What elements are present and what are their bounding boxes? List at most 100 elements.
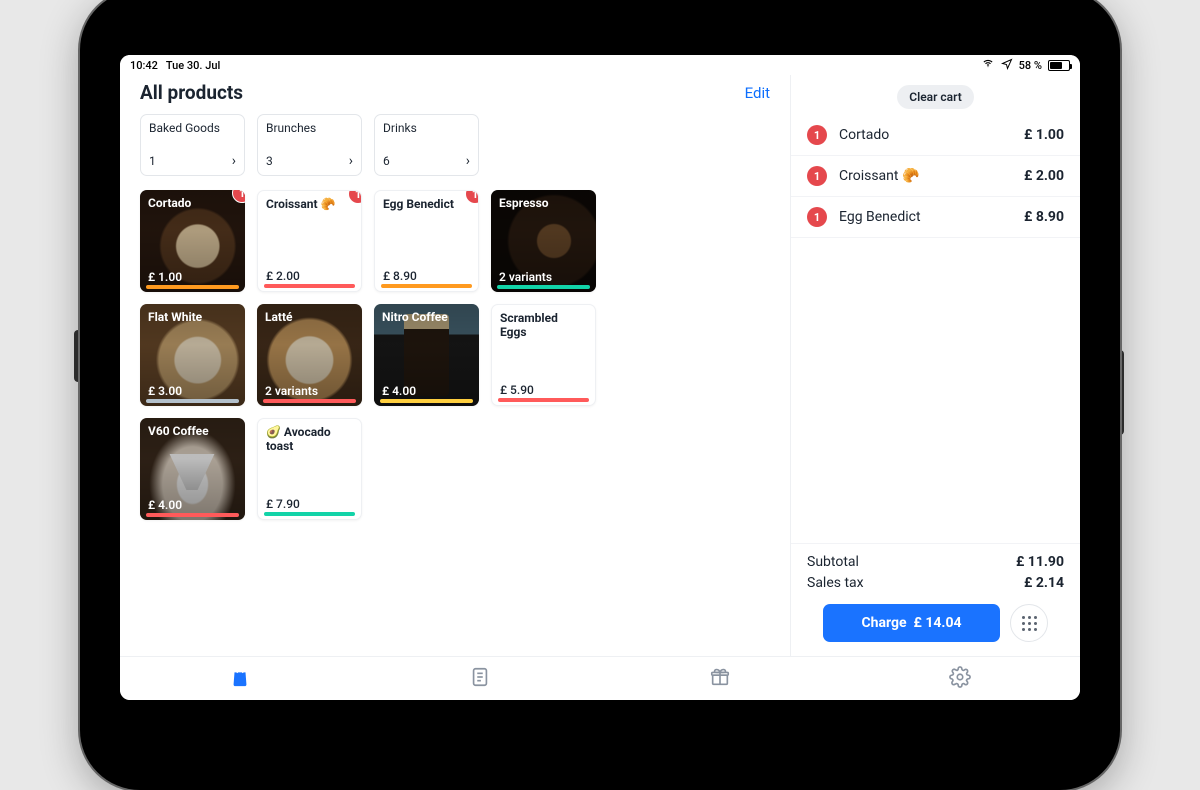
- product-card[interactable]: Scrambled Eggs £ 5.90: [491, 304, 596, 406]
- product-card[interactable]: Cortado£ 1.001: [140, 190, 245, 292]
- product-name: Croissant 🥐: [266, 197, 353, 211]
- product-card[interactable]: Flat White £ 3.00: [140, 304, 245, 406]
- product-card[interactable]: Egg Benedict£ 8.901: [374, 190, 479, 292]
- product-card[interactable]: Croissant 🥐£ 2.001: [257, 190, 362, 292]
- product-accent: [264, 284, 355, 288]
- cart-item[interactable]: 1 Cortado £ 1.00: [791, 115, 1080, 156]
- page-title: All products: [140, 81, 243, 104]
- product-name: V60 Coffee: [148, 424, 237, 438]
- cart-item-name: Croissant 🥐: [839, 168, 1012, 184]
- category-count: 1: [149, 154, 156, 168]
- keypad-icon: [1022, 616, 1037, 631]
- product-price: 2 variants: [499, 270, 552, 284]
- edit-button[interactable]: Edit: [745, 84, 770, 102]
- product-price: £ 4.00: [382, 384, 416, 398]
- product-accent: [146, 399, 239, 403]
- cart-item-price: £ 8.90: [1024, 209, 1064, 225]
- category-count: 6: [383, 154, 390, 168]
- product-price: £ 3.00: [148, 384, 182, 398]
- subtotal-value: £ 11.90: [1016, 552, 1064, 573]
- product-name: Flat White: [148, 310, 237, 324]
- clear-cart-button[interactable]: Clear cart: [897, 85, 974, 109]
- product-grid: Cortado£ 1.001Croissant 🥐£ 2.001Egg Bene…: [140, 190, 770, 520]
- nav-receipts[interactable]: [469, 666, 491, 692]
- subtotal-label: Subtotal: [807, 552, 859, 573]
- cart-items-list: 1 Cortado £ 1.00 1 Croissant 🥐 £ 2.00 1 …: [791, 115, 1080, 543]
- product-name: Nitro Coffee: [382, 310, 471, 324]
- nav-gift[interactable]: [709, 666, 731, 692]
- cart-item-qty: 1: [807, 166, 827, 186]
- main-header: All products Edit: [140, 81, 770, 104]
- shopping-bag-icon: [229, 666, 251, 688]
- product-price: £ 4.00: [148, 498, 182, 512]
- category-name: Drinks: [383, 121, 470, 135]
- product-name: Scrambled Eggs: [500, 311, 587, 340]
- product-card[interactable]: Latté 2 variants: [257, 304, 362, 406]
- charge-total: £ 14.04: [914, 615, 962, 631]
- product-accent: [497, 285, 590, 289]
- product-price: £ 7.90: [266, 497, 300, 511]
- cart-item-price: £ 2.00: [1024, 168, 1064, 184]
- cart-item-qty: 1: [807, 207, 827, 227]
- gift-icon: [709, 666, 731, 688]
- category-name: Baked Goods: [149, 121, 236, 135]
- app-body: All products Edit Baked Goods 1 › Brunch…: [120, 75, 1080, 656]
- cart-header: Clear cart: [791, 75, 1080, 115]
- category-card[interactable]: Brunches 3 ›: [257, 114, 362, 176]
- bottom-nav: [120, 656, 1080, 700]
- product-name: 🥑 Avocado toast: [266, 425, 353, 454]
- cart-item-name: Egg Benedict: [839, 209, 1012, 225]
- product-price: £ 8.90: [383, 269, 417, 283]
- tax-label: Sales tax: [807, 573, 864, 594]
- chevron-right-icon: ›: [466, 153, 470, 169]
- product-card[interactable]: 🥑 Avocado toast £ 7.90: [257, 418, 362, 520]
- product-name: Espresso: [499, 196, 588, 210]
- product-price: £ 2.00: [266, 269, 300, 283]
- status-time: 10:42: [130, 59, 158, 72]
- screen: 10:42 Tue 30. Jul 58 % All products Edit…: [120, 55, 1080, 700]
- chevron-right-icon: ›: [232, 153, 236, 169]
- chevron-right-icon: ›: [349, 153, 353, 169]
- product-accent: [264, 512, 355, 516]
- product-card[interactable]: V60 Coffee £ 4.00: [140, 418, 245, 520]
- cart-item[interactable]: 1 Egg Benedict £ 8.90: [791, 197, 1080, 238]
- product-card[interactable]: Espresso 2 variants: [491, 190, 596, 292]
- product-price: £ 5.90: [500, 383, 534, 397]
- product-accent: [498, 398, 589, 402]
- category-name: Brunches: [266, 121, 353, 135]
- status-battery-pct: 58 %: [1019, 59, 1042, 72]
- charge-button[interactable]: Charge £ 14.04: [823, 604, 1000, 642]
- tax-value: £ 2.14: [1024, 573, 1064, 594]
- product-accent: [263, 399, 356, 403]
- product-card[interactable]: Nitro Coffee £ 4.00: [374, 304, 479, 406]
- nav-settings[interactable]: [949, 666, 971, 692]
- cart-panel: Clear cart 1 Cortado £ 1.00 1 Croissant …: [790, 75, 1080, 656]
- product-accent: [381, 284, 472, 288]
- gear-icon: [949, 666, 971, 688]
- cart-totals: Subtotal £ 11.90 Sales tax £ 2.14 Charge…: [791, 543, 1080, 656]
- product-name: Egg Benedict: [383, 197, 470, 211]
- cart-item-name: Cortado: [839, 127, 1012, 143]
- product-accent: [146, 513, 239, 517]
- category-count: 3: [266, 154, 273, 168]
- product-accent: [146, 285, 239, 289]
- wifi-icon: [981, 58, 995, 72]
- cart-item-qty: 1: [807, 125, 827, 145]
- status-date: Tue 30. Jul: [166, 59, 220, 72]
- product-name: Latté: [265, 310, 354, 324]
- battery-icon: [1048, 60, 1070, 71]
- category-card[interactable]: Baked Goods 1 ›: [140, 114, 245, 176]
- status-bar: 10:42 Tue 30. Jul 58 %: [120, 55, 1080, 75]
- location-icon: [1001, 58, 1013, 73]
- category-row: Baked Goods 1 › Brunches 3 › Drinks 6 ›: [140, 114, 770, 176]
- charge-label: Charge: [861, 615, 906, 631]
- cart-item[interactable]: 1 Croissant 🥐 £ 2.00: [791, 156, 1080, 197]
- keypad-button[interactable]: [1010, 604, 1048, 642]
- receipt-icon: [469, 666, 491, 688]
- nav-shop[interactable]: [229, 666, 251, 692]
- category-card[interactable]: Drinks 6 ›: [374, 114, 479, 176]
- product-name: Cortado: [148, 196, 237, 210]
- product-price: 2 variants: [265, 384, 318, 398]
- product-accent: [380, 399, 473, 403]
- cart-item-price: £ 1.00: [1024, 127, 1064, 143]
